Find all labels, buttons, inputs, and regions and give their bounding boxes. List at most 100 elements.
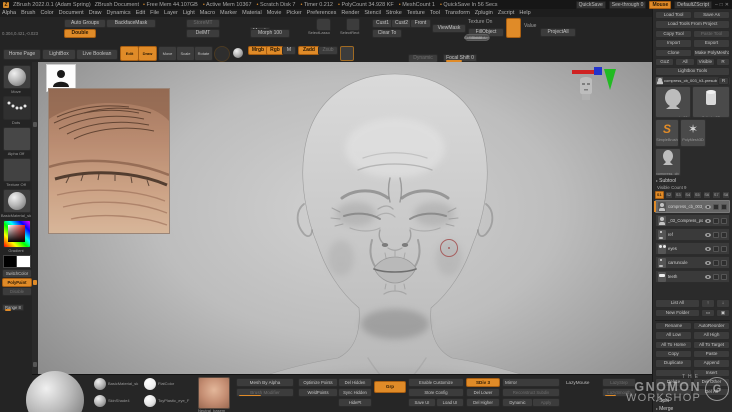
lightbox-button[interactable]: LightBox [42,49,76,60]
sdiv-slider[interactable]: SDiv 3 [466,378,500,387]
weld-points-button[interactable]: WeldPoints [298,388,338,397]
brush-thumbnail[interactable]: SkinRandom_01 [464,35,490,40]
home-page-button[interactable]: Home Page [3,49,41,60]
mrgb-button[interactable]: Mrgb [248,46,268,55]
move-mode-button[interactable]: Move [158,46,177,61]
subtool-action-button-a[interactable]: All Low [655,331,692,340]
menu-item[interactable]: Marker [220,10,237,16]
menu-item[interactable]: Stroke [386,10,402,16]
subtool-section-header[interactable]: Subtool [656,178,730,184]
backfacemask-button[interactable]: BackfaceMask [106,19,156,28]
folder-icon[interactable]: ▭ [701,308,715,317]
visibility-eye-icon[interactable] [705,232,711,237]
spotlight-brush-icon[interactable] [506,18,521,38]
storemt-button[interactable]: StoreMT [186,19,220,28]
sdiv-tab[interactable]: S8 [721,191,730,200]
subtool-row[interactable]: teeth [655,270,730,284]
draw-mode-button[interactable]: Draw [138,46,157,61]
document-canvas[interactable] [38,62,652,412]
goz-r-button[interactable]: R [715,57,730,67]
hidept-button[interactable]: HidePt [338,398,372,407]
menu-item[interactable]: Transform [445,10,470,16]
brush-ring-icon[interactable] [214,46,230,62]
subtool-action-button-b[interactable]: All High [693,331,730,340]
subtool-row[interactable]: _03_Compress_polySurface3 [655,214,730,228]
menu-item[interactable]: Picker [286,10,301,16]
menu-item[interactable]: Color [40,10,53,16]
menu-item[interactable]: Tool [430,10,440,16]
subtool-action-button-b[interactable]: Insert [693,368,730,378]
subtool-row[interactable]: eyes [655,242,730,256]
grp-button[interactable]: Grp [374,381,406,393]
brush-modifier-slider[interactable]: Brush Modifier [236,388,294,397]
mesh-by-alpha-button[interactable]: Mesh By Alpha [236,378,294,387]
menu-item[interactable]: Zscript [498,10,515,16]
menu-item[interactable]: Preferences [307,10,337,16]
split-section-header[interactable]: Split [656,398,730,404]
subtool-action-button-b[interactable]: Del All [693,387,730,397]
goz-button[interactable]: GoZ [655,57,675,67]
dynamic-button[interactable]: Dynamic [502,398,533,407]
tool-thumb-simplebrush[interactable]: S SimpleBrush [655,119,679,148]
menu-item[interactable]: Alpha [2,10,16,16]
m-button[interactable]: M [282,46,296,55]
menu-item[interactable]: File [150,10,159,16]
export-button[interactable]: Export [693,39,730,48]
texture-thumbnail[interactable] [3,158,31,182]
enable-customize-button[interactable]: Enable Customize [408,378,464,387]
see-through-slider[interactable]: See-through 0 [608,0,647,9]
color-picker[interactable] [3,220,31,248]
subtool-toggle-icon[interactable] [713,273,719,280]
material-thumb-4[interactable] [144,395,156,407]
sdiv-tab[interactable]: S5 [693,191,702,200]
mouse-toggle-button[interactable]: Mouse [649,0,672,9]
focal-shift-icon[interactable] [340,46,354,61]
rotate-mode-button[interactable]: Rotate [194,46,213,61]
subtool-action-button-b[interactable]: All To Target [693,340,730,350]
edit-mode-button[interactable]: Edit [120,46,139,61]
menu-item[interactable]: Layer [164,10,178,16]
tool-thumb-bust-2[interactable]: compress_cb_00 [655,148,681,177]
window-control-icon[interactable]: – [715,2,718,8]
subtool-toggle-icon-2[interactable] [721,231,727,238]
tool-thumb-cylinder3d[interactable]: Cylinder3D [692,86,730,119]
current-tool-r-button[interactable]: R [718,76,729,86]
disable-button[interactable]: Disable [2,287,32,296]
del-lower-button[interactable]: Del Lower [466,388,500,397]
tool-thumb-polymesh3d[interactable]: ✶ PolyMesh3D [680,119,706,148]
save-ui-button[interactable]: Save UI [408,398,436,407]
goz-visible-button[interactable]: Visible [695,57,715,67]
store-config-button[interactable]: Store Config [408,388,464,397]
menu-item[interactable]: Dynamics [107,10,131,16]
menu-item[interactable]: Draw [89,10,102,16]
menu-item[interactable]: Render [341,10,359,16]
del-higher-button[interactable]: Del Higher [466,398,500,407]
active-brush-thumbnail[interactable] [3,65,31,89]
del-hidden-button[interactable]: Del Hidden [338,378,372,387]
menu-item[interactable]: Help [519,10,530,16]
subtool-toggle-icon[interactable] [713,203,719,210]
scale-mode-button[interactable]: Scale [176,46,195,61]
subtool-toggle-icon[interactable] [713,259,719,266]
zsub-button[interactable]: Zsub [318,46,338,55]
load-tool-button[interactable]: Load Tool [655,11,692,20]
viewmask-button[interactable]: ViewMask [432,24,466,33]
sdiv-tab[interactable]: S3 [674,191,683,200]
front-button[interactable]: Front [410,19,431,28]
subtool-toggle-icon-2[interactable] [721,245,727,252]
load-ui-button[interactable]: Load UI [436,398,464,407]
orientation-gizmo[interactable] [570,64,630,110]
lazymouse-label[interactable]: LazyMouse [566,380,590,385]
auto-groups-button[interactable]: Auto Groups [64,19,106,28]
make-polymesh3d-button[interactable]: Make PolyMesh3D [693,48,730,57]
subtool-action-button-a[interactable]: All To Home [655,340,692,350]
load-tools-from-project-button[interactable]: Load Tools From Project [655,20,730,29]
switch-color-button[interactable]: SwitchColor [2,269,32,278]
visibility-eye-icon[interactable] [705,204,711,209]
goz-all-button[interactable]: All [675,57,695,67]
reference-image-eye-closeup[interactable] [48,88,170,234]
new-folder-button[interactable]: New Folder [655,308,700,317]
menu-item[interactable]: Brush [21,10,35,16]
copy-tool-button[interactable]: Copy Tool [655,29,692,39]
polypaint-button[interactable]: PolyPaint [2,278,32,287]
